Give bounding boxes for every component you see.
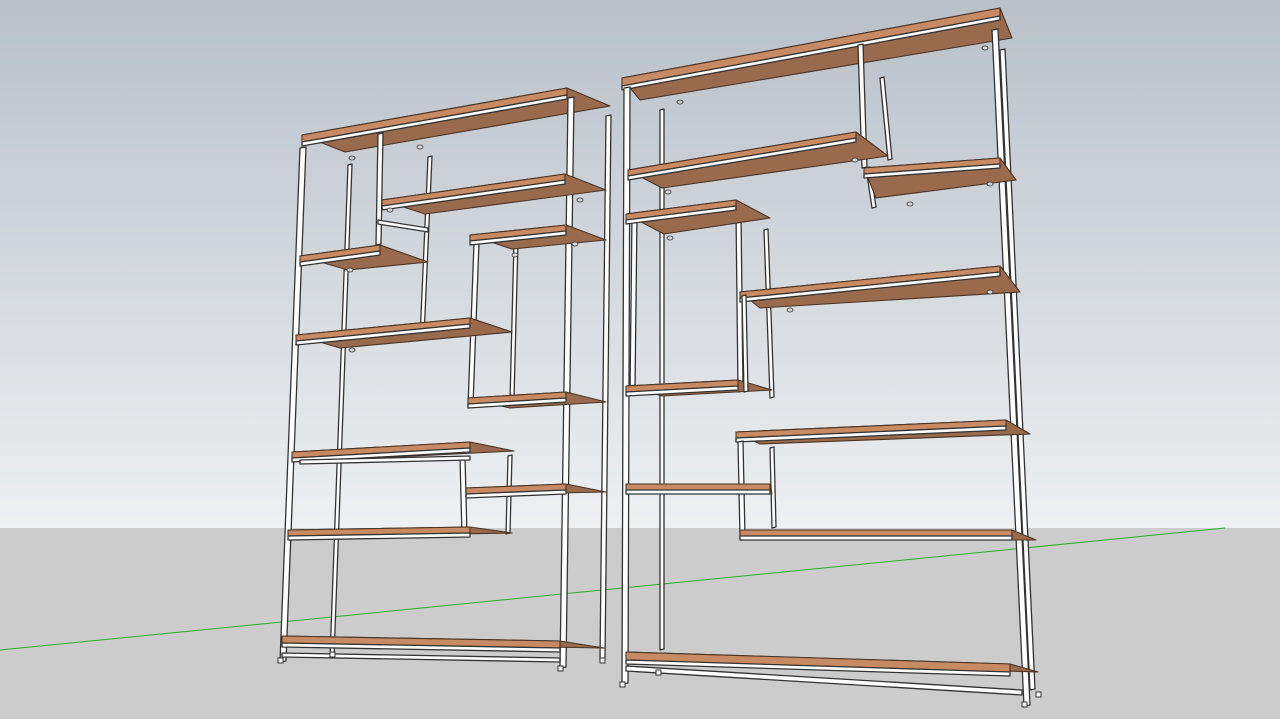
bolt-hole — [571, 241, 579, 247]
bolt-hole — [576, 197, 584, 203]
frame-foot — [619, 681, 626, 688]
bolt-hole — [786, 307, 794, 313]
frame-foot — [655, 669, 662, 676]
frame-foot — [1035, 691, 1042, 698]
3d-viewport[interactable] — [0, 0, 1280, 719]
frame-foot — [599, 657, 606, 664]
shelf-frame-lip — [739, 535, 1013, 541]
bolt-hole — [851, 157, 859, 163]
frame-post — [659, 108, 665, 651]
bolt-hole — [981, 45, 989, 51]
bolt-hole — [348, 155, 356, 161]
shelf-frame-lip — [625, 489, 771, 495]
shelf-board-front — [739, 529, 1013, 537]
bolt-hole — [906, 201, 914, 207]
bolt-hole — [386, 207, 394, 213]
shelf-board-front — [625, 483, 771, 491]
scene-canvas[interactable] — [0, 0, 1280, 719]
bolt-hole — [986, 181, 994, 187]
bolt-hole — [346, 267, 354, 273]
bolt-hole — [416, 144, 424, 150]
ground-plane — [0, 528, 1280, 719]
bolt-hole — [676, 99, 684, 105]
bolt-hole — [666, 235, 674, 241]
bolt-hole — [986, 289, 994, 295]
frame-foot — [277, 657, 284, 664]
frame-foot — [1021, 701, 1028, 708]
frame-foot — [557, 665, 564, 672]
bolt-hole — [664, 189, 672, 195]
bolt-hole — [511, 252, 519, 258]
bolt-hole — [348, 347, 356, 353]
frame-foot — [329, 651, 336, 658]
